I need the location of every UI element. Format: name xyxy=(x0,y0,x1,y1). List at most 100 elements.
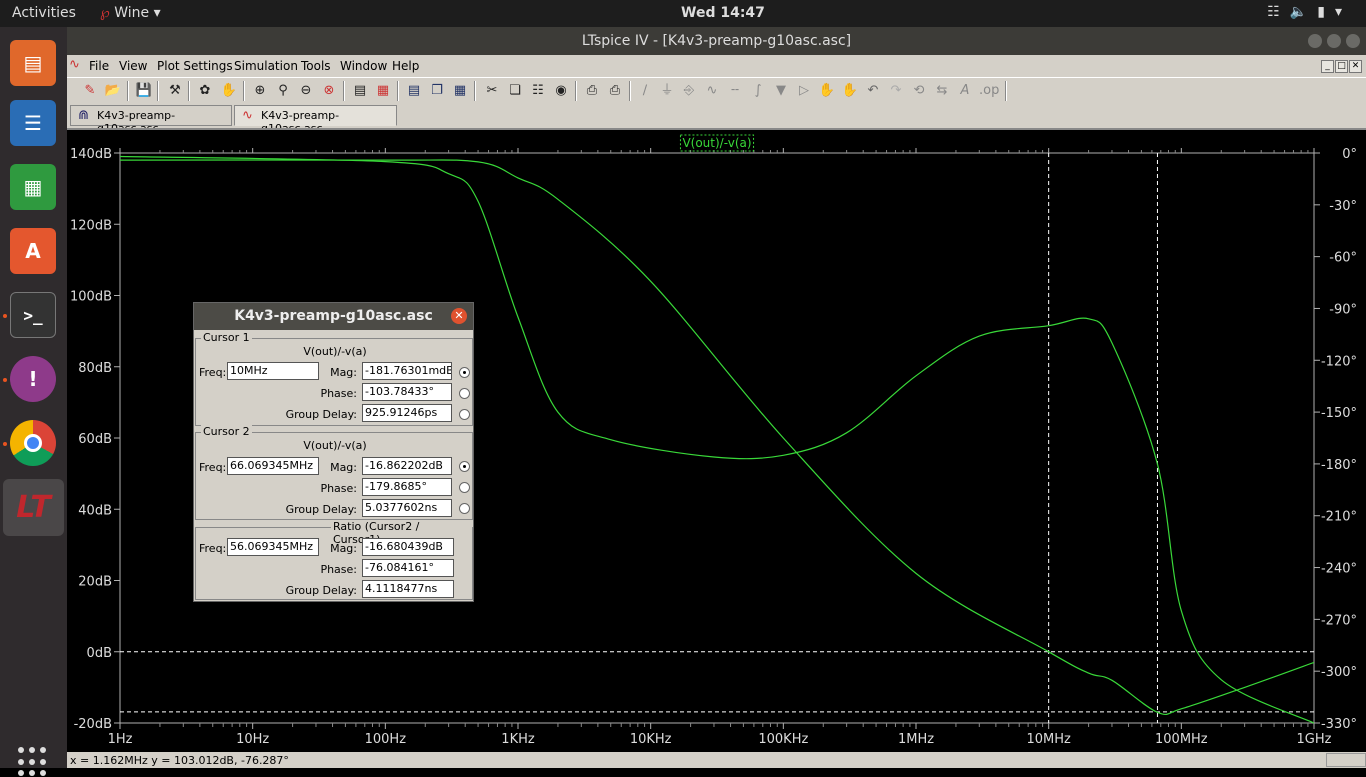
cursor2-group-delay-field[interactable]: 5.0377602ns xyxy=(362,499,452,517)
menu-window[interactable]: Window xyxy=(340,59,387,73)
cursor1-group-delay-field[interactable]: 925.91246ps xyxy=(362,404,452,422)
capacitor-icon[interactable]: ╌ xyxy=(726,82,744,99)
menu-view[interactable]: View xyxy=(119,59,147,73)
menu-help[interactable]: Help xyxy=(392,59,419,73)
activities-button[interactable]: Activities xyxy=(12,5,76,21)
cursor1-mag-radio[interactable] xyxy=(459,367,470,378)
resistor-icon[interactable]: ∿ xyxy=(703,82,721,99)
cut-icon[interactable]: ✂ xyxy=(483,82,501,99)
ltspice-icon[interactable]: LT xyxy=(3,479,64,536)
print-preview-icon[interactable]: ⎙ xyxy=(583,82,601,99)
run-icon[interactable]: ✿ xyxy=(196,82,214,99)
y2-tick-label: 0° xyxy=(1342,147,1357,162)
menu-tools[interactable]: Tools xyxy=(301,59,331,73)
mdi-minimize-button[interactable]: _ xyxy=(1321,60,1334,73)
tab-waveform[interactable]: ∿ K4v3-preamp-g10asc.asc xyxy=(234,105,397,135)
save-icon[interactable]: 💾 xyxy=(135,82,153,99)
software-center-icon[interactable]: A xyxy=(10,228,56,274)
wire-icon[interactable]: ∕ xyxy=(636,82,654,99)
zoom-area-icon[interactable]: ⚲ xyxy=(274,82,292,99)
cursor2-gd-radio[interactable] xyxy=(459,503,470,514)
zoom-in-icon[interactable]: ⊕ xyxy=(251,82,269,99)
group-delay-label: Group Delay: xyxy=(285,584,357,597)
y-tick-label: 140dB xyxy=(70,147,112,162)
spice-directive-icon[interactable]: .op xyxy=(979,82,999,99)
maximize-button[interactable] xyxy=(1327,34,1341,48)
autorange-icon[interactable]: ▤ xyxy=(351,82,369,99)
cursor2-phase-radio[interactable] xyxy=(459,482,470,493)
trace-label[interactable]: V(out)/-v(a) xyxy=(682,136,751,150)
tile-horizontal-icon[interactable]: ▤ xyxy=(405,82,423,99)
cursor1-mag-field[interactable]: -181.76301mdB xyxy=(362,362,452,380)
component-icon[interactable]: ▷ xyxy=(795,82,813,99)
mdi-close-button[interactable]: ✕ xyxy=(1349,60,1362,73)
close-button[interactable] xyxy=(1346,34,1360,48)
cursor2-group: Cursor 2 V(out)/-v(a) Freq: 66.069345MHz… xyxy=(195,425,473,520)
close-icon[interactable]: ✕ xyxy=(451,308,467,324)
files-icon[interactable]: ▤ xyxy=(10,40,56,86)
tile-vertical-icon[interactable]: ▦ xyxy=(451,82,469,99)
find-icon[interactable]: ◉ xyxy=(552,82,570,99)
zoom-out-icon[interactable]: ⊖ xyxy=(297,82,315,99)
pan-hand-icon[interactable]: ✋ xyxy=(220,82,238,99)
rotate-icon[interactable]: ⟲ xyxy=(910,82,928,99)
redo-icon[interactable]: ↷ xyxy=(887,82,905,99)
ratio-group-delay-field[interactable]: 4.1118477ns xyxy=(362,580,454,598)
undo-icon[interactable]: ↶ xyxy=(864,82,882,99)
terminal-icon[interactable]: >_ xyxy=(10,292,56,338)
inductor-icon[interactable]: ∫ xyxy=(749,82,767,99)
cursor2-phase-field[interactable]: -179.8685° xyxy=(362,478,452,496)
clock[interactable]: Wed 14:47 xyxy=(681,5,765,21)
label-icon[interactable]: ⎆ xyxy=(680,82,698,99)
volume-icon: 🔈 xyxy=(1289,4,1318,20)
move-icon[interactable]: ✋ xyxy=(818,82,836,99)
x-tick-label: 1KHz xyxy=(501,732,535,747)
writer-icon[interactable]: ☰ xyxy=(10,100,56,146)
copy-icon[interactable]: ❏ xyxy=(506,82,524,99)
show-applications-icon[interactable] xyxy=(18,747,48,777)
app-menu-wine[interactable]: ℘ Wine ▾ xyxy=(100,5,161,21)
paste-icon[interactable]: ☷ xyxy=(529,82,547,99)
menu-simulation[interactable]: Simulation xyxy=(234,59,298,73)
status-panel xyxy=(1326,753,1366,767)
tab-schematic[interactable]: ⋒ K4v3-preamp-g10asc.asc xyxy=(70,105,232,135)
print-icon[interactable]: ⎙ xyxy=(606,82,624,99)
mdi-restore-button[interactable]: □ xyxy=(1335,60,1348,73)
menu-plot-settings[interactable]: Plot Settings xyxy=(157,59,233,73)
cursor1-freq-field[interactable]: 10MHz xyxy=(227,362,319,380)
dialog-titlebar[interactable]: K4v3-preamp-g10asc.asc ✕ xyxy=(194,303,473,330)
text-icon[interactable]: A xyxy=(956,82,974,99)
cascade-icon[interactable]: ❐ xyxy=(428,82,446,99)
open-icon[interactable]: 📂 xyxy=(104,82,122,99)
group-title: Cursor 1 xyxy=(201,331,252,344)
cursor2-freq-field[interactable]: 66.069345MHz xyxy=(227,457,319,475)
ratio-phase-field[interactable]: -76.084161° xyxy=(362,559,454,577)
y2-tick-label: -300° xyxy=(1321,665,1357,680)
ratio-mag-field[interactable]: -16.680439dB xyxy=(362,538,454,556)
window-titlebar: LTspice IV - [K4v3-preamp-g10asc.asc] xyxy=(67,27,1366,55)
cursor1-phase-radio[interactable] xyxy=(459,388,470,399)
cursor1-phase-field[interactable]: -103.78433° xyxy=(362,383,452,401)
mirror-icon[interactable]: ⇆ xyxy=(933,82,951,99)
freq-label: Freq: xyxy=(199,461,227,474)
system-tray[interactable]: ☷🔈▮▾ xyxy=(1267,4,1352,20)
calc-icon[interactable]: ▦ xyxy=(10,164,56,210)
podcast-icon[interactable]: ! xyxy=(10,356,56,402)
ratio-freq-field[interactable]: 56.069345MHz xyxy=(227,538,319,556)
cursor1-gd-radio[interactable] xyxy=(459,409,470,420)
diode-icon[interactable]: ▼ xyxy=(772,82,790,99)
minimize-button[interactable] xyxy=(1308,34,1322,48)
ground-icon[interactable]: ⏚ xyxy=(658,82,676,99)
document-tabs: ⋒ K4v3-preamp-g10asc.asc ∿ K4v3-preamp-g… xyxy=(67,103,1366,135)
add-trace-icon[interactable]: ▦ xyxy=(374,82,392,99)
y-tick-label: -20dB xyxy=(74,717,112,732)
menu-file[interactable]: File xyxy=(89,59,109,73)
new-schematic-icon[interactable]: ✎ xyxy=(81,82,99,99)
freq-label: Freq: xyxy=(199,542,227,555)
drag-icon[interactable]: ✋ xyxy=(841,82,859,99)
cursor2-mag-radio[interactable] xyxy=(459,461,470,472)
cursor2-mag-field[interactable]: -16.862202dB xyxy=(362,457,452,475)
control-panel-icon[interactable]: ⚒ xyxy=(166,82,184,99)
zoom-fit-icon[interactable]: ⊗ xyxy=(320,82,338,99)
chrome-icon[interactable] xyxy=(10,420,56,466)
